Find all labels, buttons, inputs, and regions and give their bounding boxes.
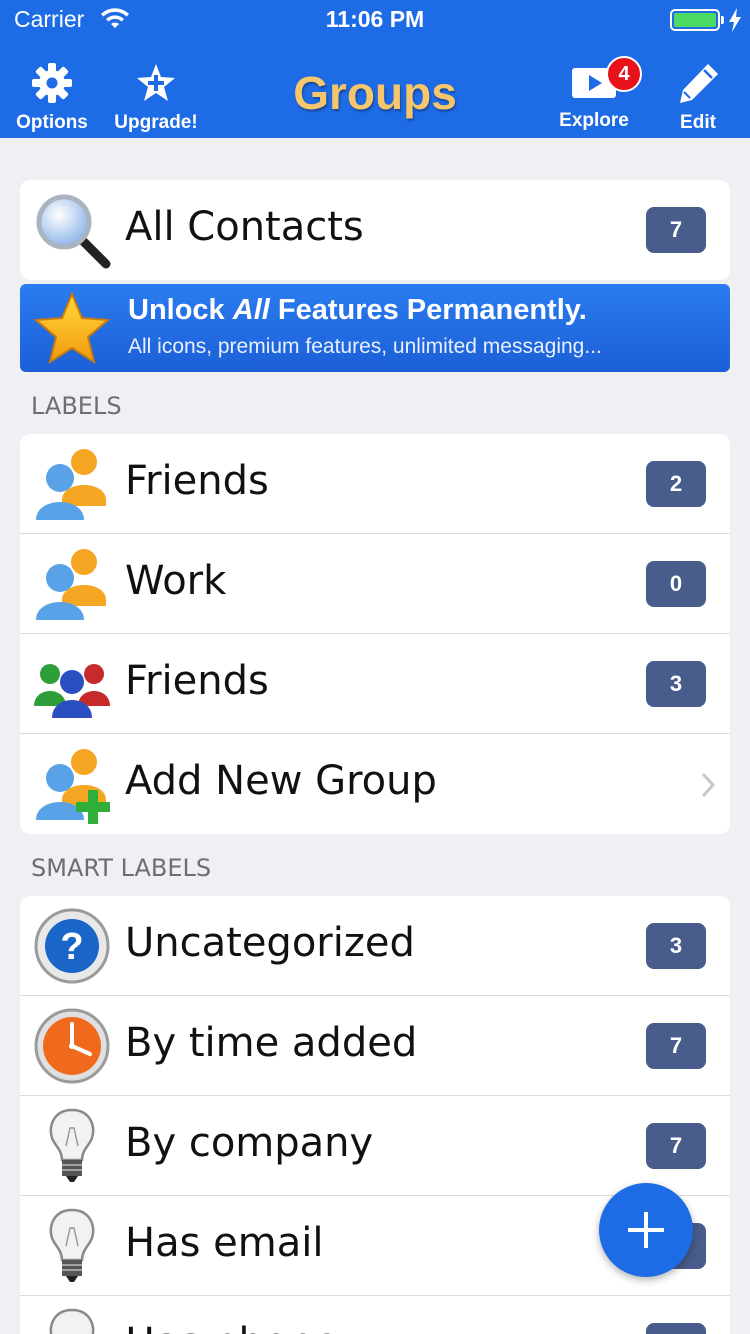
edit-button[interactable]: Edit (666, 62, 730, 134)
label-row-friends[interactable]: Friends 2 (20, 434, 730, 534)
smart-label-row-uncategorized[interactable]: ? Uncategorized 3 (20, 896, 730, 996)
add-group-icon (36, 749, 110, 824)
battery-icon (670, 9, 720, 31)
status-bar: Carrier 11:06 PM (0, 0, 750, 40)
smart-label-count: 3 (646, 923, 706, 969)
smart-label-count: 7 (646, 1023, 706, 1069)
all-contacts-count: 7 (646, 207, 706, 253)
smart-label-name: By company (125, 1120, 374, 1166)
smart-label-row-by-time[interactable]: By time added 7 (20, 996, 730, 1096)
pencil-icon (680, 64, 718, 103)
plus-icon (628, 1212, 664, 1248)
people-blue-orange-icon (36, 549, 106, 620)
magnifier-icon (36, 194, 111, 269)
smart-label-count (646, 1323, 706, 1334)
lightbulb-icon (49, 1208, 95, 1282)
edit-label: Edit (680, 112, 716, 133)
lightbulb-icon (49, 1108, 95, 1182)
clock-icon (34, 1008, 110, 1084)
all-contacts-label: All Contacts (125, 204, 364, 250)
status-time: 11:06 PM (325, 6, 425, 32)
charging-bolt-icon (729, 8, 741, 32)
label-row-work[interactable]: Work 0 (20, 534, 730, 634)
label-count: 3 (646, 661, 706, 707)
label-count: 0 (646, 561, 706, 607)
smart-label-name: By time added (125, 1020, 418, 1066)
promo-title: Unlock All Features Permanently. (128, 294, 587, 326)
label-count: 2 (646, 461, 706, 507)
explore-notification-badge: 4 (606, 56, 642, 92)
all-contacts-row[interactable]: All Contacts 7 (20, 180, 730, 280)
smart-label-row-has-phone[interactable]: Has phone (20, 1296, 730, 1334)
people-blue-orange-icon (36, 449, 106, 520)
add-new-group-label: Add New Group (125, 758, 437, 804)
lightbulb-icon (49, 1308, 95, 1334)
smart-label-name: Uncategorized (125, 920, 415, 966)
gold-star-icon (33, 291, 111, 365)
smart-label-row-by-company[interactable]: By company 7 (20, 1096, 730, 1196)
question-icon: ? (34, 908, 110, 984)
chevron-right-icon (701, 772, 716, 798)
label-name: Work (125, 558, 227, 604)
labels-section-header: LABELS (31, 392, 122, 420)
labels-card: Friends 2 Work 0 Friends 3 Add New Group (20, 434, 730, 834)
unlock-features-banner[interactable]: Unlock All Features Permanently. All ico… (20, 284, 730, 372)
add-new-group-row[interactable]: Add New Group (20, 734, 730, 834)
label-name: Friends (125, 458, 269, 504)
battery-tip (721, 16, 724, 24)
label-row-friends-2[interactable]: Friends 3 (20, 634, 730, 734)
label-name: Friends (125, 658, 269, 704)
all-contacts-card: All Contacts 7 (20, 180, 730, 280)
explore-label: Explore (559, 110, 629, 131)
add-floating-button[interactable] (599, 1183, 693, 1277)
explore-button[interactable]: 4 Explore (552, 56, 642, 132)
promo-subtitle: All icons, premium features, unlimited m… (128, 335, 602, 358)
smart-labels-section-header: SMART LABELS (31, 854, 212, 882)
svg-text:?: ? (60, 926, 83, 968)
smart-label-name: Has email (125, 1220, 324, 1266)
people-green-blue-red-icon (34, 664, 110, 718)
smart-label-count: 7 (646, 1123, 706, 1169)
smart-label-name: Has phone (125, 1320, 338, 1334)
top-bar: Carrier 11:06 PM Options Upgrade! Groups… (0, 0, 750, 138)
